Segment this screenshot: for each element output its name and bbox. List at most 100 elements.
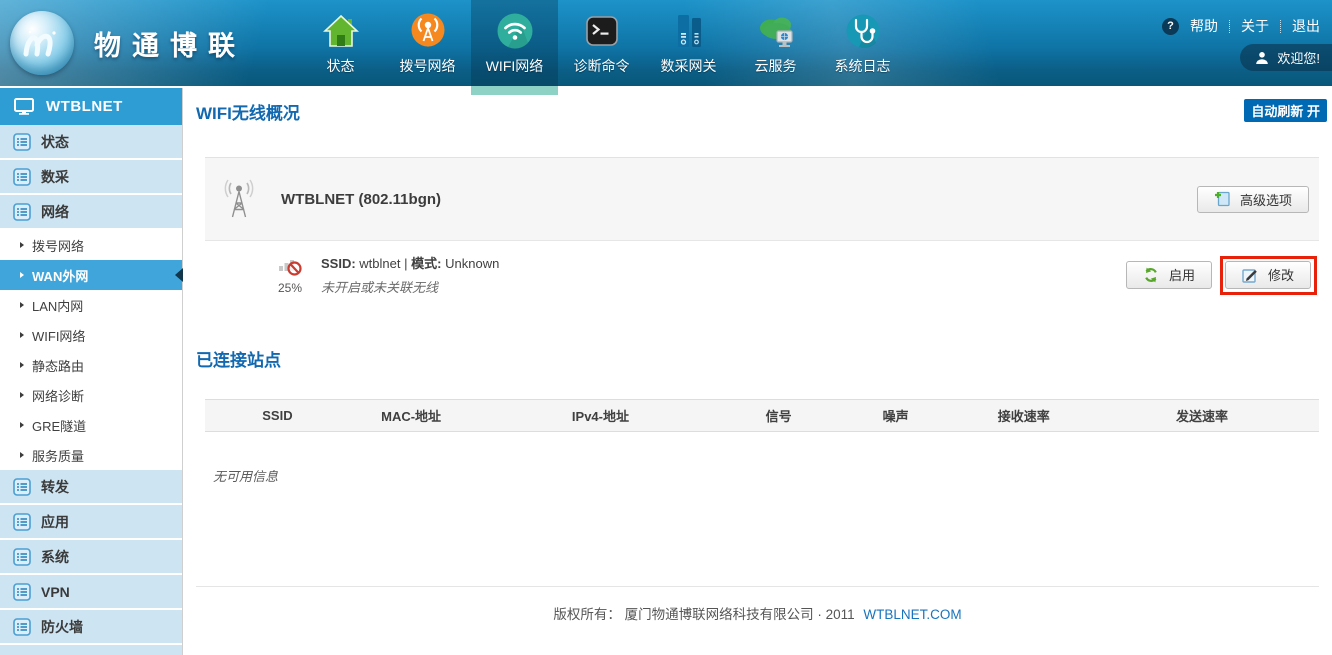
auto-refresh-toggle[interactable]: 自动刷新 开 — [1244, 99, 1327, 122]
wifi-action-buttons: 启用 修改 — [1126, 261, 1311, 289]
table-header-row: SSID MAC-地址 IPv4-地址 信号 噪声 接收速率 发送速率 — [205, 400, 1319, 432]
list-icon — [13, 478, 31, 496]
nav-item-dialup-network[interactable]: 拨号网络 — [384, 0, 471, 86]
help-icon: ? — [1162, 18, 1179, 35]
top-utility-links: ? 帮助 关于 退出 — [1162, 16, 1320, 36]
list-icon — [13, 513, 31, 531]
sidebar-item-gre-tunnel[interactable]: GRE隧道 — [0, 410, 182, 440]
list-icon — [13, 133, 31, 151]
signal-disabled-icon — [277, 255, 303, 277]
sidebar-item-firewall[interactable]: 防火墙 — [0, 610, 182, 643]
help-link[interactable]: 帮助 — [1190, 16, 1218, 36]
ssid-info: SSID: wtblnet | 模式: Unknown 未开启或未关联无线 — [321, 253, 499, 296]
sidebar-item-wifi[interactable]: WIFI网络 — [0, 320, 182, 350]
signal-percent: 25% — [269, 281, 311, 295]
sidebar-item-label: 转发 — [41, 477, 69, 497]
submenu-arrow-icon — [20, 272, 24, 278]
nav-item-system-log[interactable]: 系统日志 — [819, 0, 906, 86]
enable-label: 启用 — [1169, 265, 1195, 284]
device-title: WTBLNET (802.11bgn) — [281, 191, 441, 208]
server-gateway-icon — [669, 7, 709, 55]
modify-button-highlight-area: 修改 — [1225, 261, 1311, 289]
modify-button[interactable]: 修改 — [1225, 261, 1311, 289]
advanced-options-button[interactable]: 高级选项 — [1197, 186, 1309, 213]
wifi-panel-header: WTBLNET (802.11bgn) 高级选项 — [205, 158, 1319, 241]
sidebar-item-status[interactable]: 状态 — [0, 125, 182, 158]
modify-label: 修改 — [1268, 265, 1294, 284]
sidebar-item-partial — [0, 645, 182, 655]
sidebar-item-lan[interactable]: LAN内网 — [0, 290, 182, 320]
nav-item-status[interactable]: 状态 — [297, 0, 384, 86]
dialup-antenna-icon — [408, 7, 448, 55]
nav-label: 系统日志 — [835, 56, 891, 76]
list-icon — [13, 618, 31, 636]
sidebar-item-system[interactable]: 系统 — [0, 540, 182, 573]
list-icon — [13, 168, 31, 186]
wifi-icon — [494, 7, 536, 55]
sidebar-item-static-route[interactable]: 静态路由 — [0, 350, 182, 380]
connected-stations-table: SSID MAC-地址 IPv4-地址 信号 噪声 接收速率 发送速率 — [205, 399, 1319, 432]
logout-link[interactable]: 退出 — [1292, 16, 1320, 36]
page-title: WIFI无线概况 — [196, 99, 1332, 124]
nav-label: 拨号网络 — [400, 56, 456, 76]
col-ssid: SSID — [205, 400, 350, 432]
col-noise: 噪声 — [829, 400, 963, 432]
sidebar-item-label: 静态路由 — [32, 356, 84, 375]
sidebar-title: WTBLNET — [46, 98, 123, 115]
mode-label: 模式: — [411, 256, 441, 271]
list-icon — [13, 203, 31, 221]
sidebar-item-dialup[interactable]: 拨号网络 — [0, 230, 182, 260]
brand-logo-icon — [10, 11, 74, 75]
submenu-arrow-icon — [20, 242, 24, 248]
sidebar-item-qos[interactable]: 服务质量 — [0, 440, 182, 470]
footer-link[interactable]: WTBLNET.COM — [863, 607, 961, 622]
submenu-arrow-icon — [20, 302, 24, 308]
sidebar-item-network[interactable]: 网络 — [0, 195, 182, 228]
nav-label: 诊断命令 — [574, 56, 630, 76]
copyright-text: 版权所有： 厦门物通博联网络科技有限公司 · 2011 — [553, 607, 854, 622]
sidebar-item-label: 数采 — [41, 167, 69, 187]
nav-item-data-gateway[interactable]: 数采网关 — [645, 0, 732, 86]
logo-m-glyph — [21, 27, 63, 59]
mode-value: Unknown — [445, 256, 499, 271]
user-icon — [1255, 51, 1269, 65]
sidebar-item-label: 防火墙 — [41, 617, 83, 637]
submenu-arrow-icon — [20, 452, 24, 458]
sidebar-item-label: 系统 — [41, 547, 69, 567]
submenu-arrow-icon — [20, 332, 24, 338]
advanced-options-label: 高级选项 — [1240, 190, 1292, 209]
sidebar-item-forwarding[interactable]: 转发 — [0, 470, 182, 503]
sidebar-item-net-diagnosis[interactable]: 网络诊断 — [0, 380, 182, 410]
col-mac-address: MAC-地址 — [350, 400, 473, 432]
terminal-icon — [582, 7, 622, 55]
radio-tower-icon — [222, 178, 256, 220]
sidebar-item-apps[interactable]: 应用 — [0, 505, 182, 538]
welcome-badge[interactable]: 欢迎您! — [1240, 44, 1332, 71]
nav-item-wifi-network[interactable]: WIFI网络 — [471, 0, 558, 86]
nav-item-cloud-service[interactable]: 云服务 — [732, 0, 819, 86]
ssid-label: SSID: — [321, 256, 356, 271]
nav-label: 状态 — [327, 56, 355, 76]
connected-stations-heading: 已连接站点 — [196, 346, 1332, 371]
add-page-icon — [1214, 191, 1230, 207]
signal-block: 25% — [269, 255, 311, 295]
top-nav: 状态 拨号网络 — [297, 0, 906, 86]
sidebar-item-label: 状态 — [41, 132, 69, 152]
divider — [1280, 20, 1281, 33]
nav-item-diagnostic-command[interactable]: 诊断命令 — [558, 0, 645, 86]
footer: 版权所有： 厦门物通博联网络科技有限公司 · 2011 WTBLNET.COM — [196, 586, 1319, 623]
sidebar-item-wan[interactable]: WAN外网 — [0, 260, 182, 290]
divider — [1229, 20, 1230, 33]
sidebar-item-vpn[interactable]: VPN — [0, 575, 182, 608]
sidebar-item-datacollect[interactable]: 数采 — [0, 160, 182, 193]
col-tx-rate: 发送速率 — [1085, 400, 1319, 432]
enable-button[interactable]: 启用 — [1126, 261, 1212, 289]
ssid-value: wtblnet — [359, 256, 400, 271]
sidebar: WTBLNET 状态 数采 网络 拨号网络 WAN外网 LAN内网 WIF — [0, 88, 183, 655]
submenu-arrow-icon — [20, 392, 24, 398]
submenu-arrow-icon — [20, 422, 24, 428]
wifi-status-text: 未开启或未关联无线 — [321, 277, 499, 296]
about-link[interactable]: 关于 — [1241, 16, 1269, 36]
ssid-line: SSID: wtblnet | 模式: Unknown — [321, 253, 499, 272]
refresh-icon — [1143, 267, 1159, 283]
